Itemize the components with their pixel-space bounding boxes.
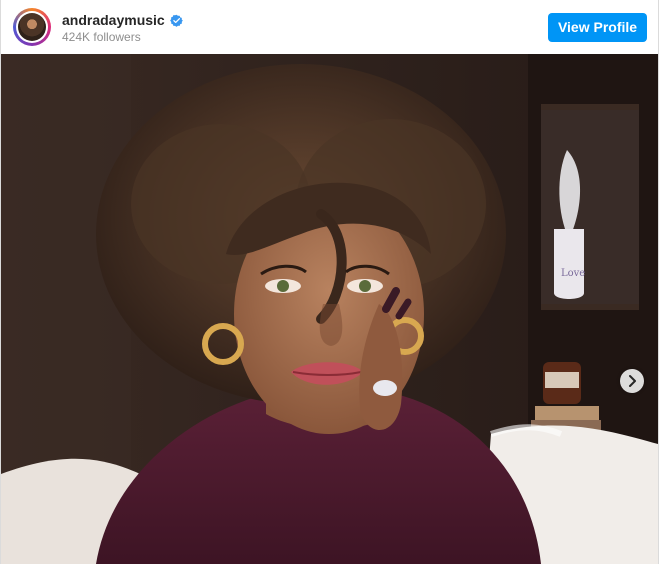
avatar-frame [16,11,48,43]
carousel-next-button[interactable] [620,369,644,393]
svg-text:Love: Love [561,268,585,279]
profile-avatar[interactable] [13,8,51,46]
post-image[interactable]: Love [1,54,658,564]
username-row: andradaymusic [62,11,183,29]
verified-badge-icon [169,14,183,27]
chevron-right-icon [629,375,636,387]
follower-count: 424K followers [62,30,141,44]
view-profile-button[interactable]: View Profile [548,13,647,42]
post-image-illustration: Love [1,54,658,564]
post-header: andradaymusic 424K followers View Profil… [1,0,658,54]
avatar-photo [18,13,46,41]
username-link[interactable]: andradaymusic [62,12,165,28]
instagram-embed: andradaymusic 424K followers View Profil… [0,0,659,564]
